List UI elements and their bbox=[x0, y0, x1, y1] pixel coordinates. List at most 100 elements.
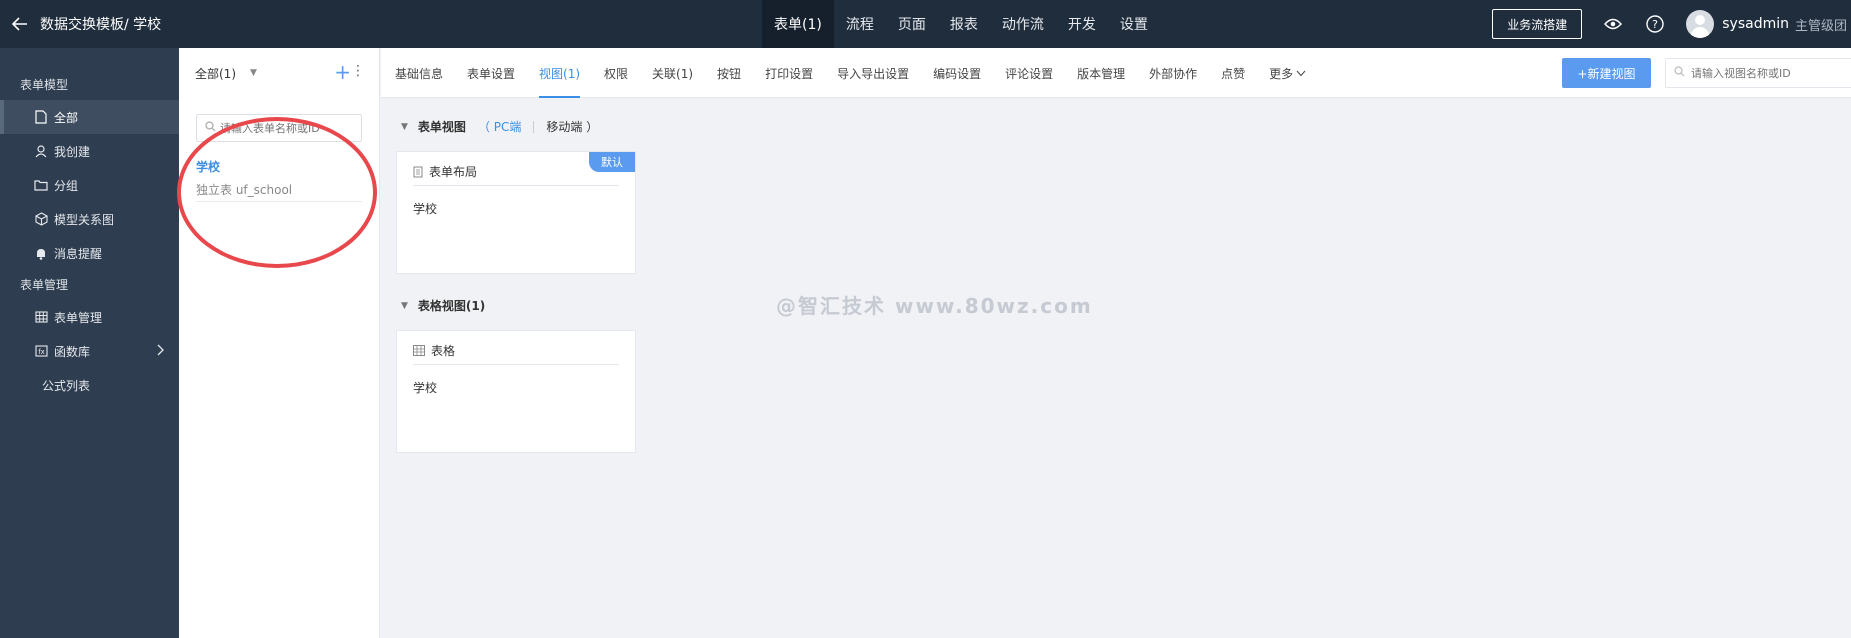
sidebar-item-function-library[interactable]: fx 函数库 bbox=[0, 334, 179, 368]
top-right-actions: 业务流搭建 ? sysadmin 主管级团 bbox=[1492, 0, 1851, 48]
sidebar-item-form-management[interactable]: 表单管理 bbox=[0, 300, 179, 334]
card-body: 学校 bbox=[413, 381, 438, 395]
chevron-down-icon bbox=[1296, 70, 1306, 77]
svg-text:?: ? bbox=[1652, 18, 1658, 31]
caret-down-icon[interactable]: ▼ bbox=[250, 68, 257, 78]
settings-tabs: 基础信息 表单设置 视图(1) 权限 关联(1) 按钮 打印设置 导入导出设置 … bbox=[395, 48, 1330, 98]
search-icon bbox=[1674, 65, 1685, 81]
form-views-header[interactable]: ▼ 表单视图 （ PC端 移动端 ） bbox=[401, 118, 598, 135]
tab-permissions[interactable]: 权限 bbox=[604, 48, 640, 98]
grid-views-title: 表格视图(1) bbox=[417, 299, 486, 313]
tab-comment-settings[interactable]: 评论设置 bbox=[1005, 48, 1065, 98]
nav-page[interactable]: 页面 bbox=[886, 0, 938, 48]
tab-print-settings[interactable]: 打印设置 bbox=[765, 48, 825, 98]
username[interactable]: sysadmin bbox=[1722, 16, 1789, 32]
pc-view-toggle[interactable]: （ PC端 bbox=[478, 118, 521, 135]
nav-form[interactable]: 表单(1) bbox=[762, 0, 834, 48]
form-list-panel: 全部(1) ▼ + ⋮ 学校 独立表 uf_school bbox=[179, 48, 380, 638]
sidebar: 表单模型 全部 我创建 分组 模型关系图 消息提醒 表单管理 表单管理 fx 函… bbox=[0, 48, 179, 638]
help-icon[interactable]: ? bbox=[1644, 13, 1666, 35]
tab-import-export[interactable]: 导入导出设置 bbox=[837, 48, 921, 98]
tab-likes[interactable]: 点赞 bbox=[1221, 48, 1257, 98]
default-badge: 默认 bbox=[589, 152, 635, 172]
card-title: 表单布局 bbox=[413, 163, 477, 180]
more-vertical-icon[interactable]: ⋮ bbox=[351, 63, 365, 79]
table-icon bbox=[413, 345, 425, 356]
cube-icon bbox=[34, 212, 48, 226]
search-icon bbox=[205, 120, 216, 136]
sidebar-item-group[interactable]: 分组 bbox=[0, 168, 179, 202]
top-nav: 表单(1) 流程 页面 报表 动作流 开发 设置 bbox=[762, 0, 1160, 48]
card-title-text: 表格 bbox=[431, 344, 456, 358]
table-icon bbox=[34, 310, 48, 324]
grid-view-card[interactable]: 表格 学校 bbox=[396, 330, 636, 453]
sidebar-group-form-model: 表单模型 bbox=[20, 78, 69, 92]
settings-tabs-bar: 基础信息 表单设置 视图(1) 权限 关联(1) 按钮 打印设置 导入导出设置 … bbox=[381, 48, 1851, 98]
tab-version-management[interactable]: 版本管理 bbox=[1077, 48, 1137, 98]
document-icon bbox=[413, 166, 423, 178]
collapse-triangle-icon[interactable]: ▼ bbox=[401, 301, 408, 311]
form-views-title: 表单视图 bbox=[417, 120, 466, 134]
file-icon bbox=[34, 110, 48, 124]
sidebar-item-label: 函数库 bbox=[54, 344, 91, 359]
tab-views[interactable]: 视图(1) bbox=[539, 48, 592, 98]
nav-action-flow[interactable]: 动作流 bbox=[990, 0, 1056, 48]
sidebar-item-label: 公式列表 bbox=[42, 378, 91, 393]
tab-code-settings[interactable]: 编码设置 bbox=[933, 48, 993, 98]
back-arrow-icon[interactable] bbox=[0, 0, 40, 48]
tab-external-collaboration[interactable]: 外部协作 bbox=[1149, 48, 1209, 98]
sidebar-item-message-reminder[interactable]: 消息提醒 bbox=[0, 236, 179, 270]
collapse-triangle-icon[interactable]: ▼ bbox=[401, 122, 408, 132]
form-table-name: 独立表 uf_school bbox=[196, 183, 293, 197]
list-item[interactable]: 学校 独立表 uf_school bbox=[196, 154, 362, 202]
tab-more-label: 更多 bbox=[1269, 66, 1294, 81]
function-icon: fx bbox=[34, 344, 48, 358]
bell-icon bbox=[34, 246, 48, 260]
nav-settings[interactable]: 设置 bbox=[1108, 0, 1160, 48]
card-divider bbox=[413, 364, 619, 365]
sidebar-item-formula-list[interactable]: 公式列表 bbox=[0, 368, 179, 402]
svg-text:fx: fx bbox=[38, 348, 45, 356]
chevron-right-icon bbox=[157, 344, 165, 359]
sidebar-item-created-by-me[interactable]: 我创建 bbox=[0, 134, 179, 168]
eye-icon[interactable] bbox=[1602, 13, 1624, 35]
tab-basic-info[interactable]: 基础信息 bbox=[395, 48, 455, 98]
form-list-header: 全部(1) ▼ + ⋮ bbox=[179, 48, 379, 98]
sidebar-item-label: 全部 bbox=[54, 110, 79, 125]
nav-report[interactable]: 报表 bbox=[938, 0, 990, 48]
tab-buttons[interactable]: 按钮 bbox=[717, 48, 753, 98]
user-role: 主管级团 bbox=[1795, 18, 1848, 34]
sidebar-item-model-relation[interactable]: 模型关系图 bbox=[0, 202, 179, 236]
user-icon bbox=[34, 144, 48, 158]
sidebar-item-label: 模型关系图 bbox=[54, 212, 115, 227]
view-search-box[interactable] bbox=[1665, 58, 1851, 88]
form-filter-dropdown[interactable]: 全部(1) bbox=[195, 65, 236, 82]
view-search-input[interactable] bbox=[1691, 66, 1851, 80]
business-flow-build-button[interactable]: 业务流搭建 bbox=[1492, 9, 1583, 39]
app-title: 数据交换模板/ 学校 bbox=[40, 17, 162, 33]
nav-workflow[interactable]: 流程 bbox=[834, 0, 886, 48]
form-name[interactable]: 学校 bbox=[196, 158, 362, 175]
card-title-text: 表单布局 bbox=[429, 165, 478, 179]
sidebar-item-label: 表单管理 bbox=[54, 310, 103, 325]
form-search-input[interactable] bbox=[220, 121, 360, 135]
sidebar-item-label: 分组 bbox=[54, 178, 79, 193]
form-layout-card[interactable]: 表单布局 学校 默认 bbox=[396, 151, 636, 274]
card-body: 学校 bbox=[413, 202, 438, 216]
card-divider bbox=[413, 185, 619, 186]
grid-views-header[interactable]: ▼ 表格视图(1) bbox=[401, 297, 485, 314]
form-search-box[interactable] bbox=[196, 114, 362, 142]
card-title: 表格 bbox=[413, 342, 455, 359]
watermark: @智汇技术 www.80wz.com bbox=[776, 294, 1093, 318]
avatar[interactable] bbox=[1686, 10, 1715, 38]
top-bar: 数据交换模板/ 学校 表单(1) 流程 页面 报表 动作流 开发 设置 业务流搭… bbox=[0, 0, 1851, 48]
sidebar-item-all[interactable]: 全部 bbox=[0, 100, 179, 134]
sidebar-item-label: 我创建 bbox=[54, 144, 91, 159]
new-view-button[interactable]: +新建视图 bbox=[1562, 58, 1651, 88]
tab-more[interactable]: 更多 bbox=[1269, 48, 1318, 98]
tab-relations[interactable]: 关联(1) bbox=[652, 48, 705, 98]
nav-develop[interactable]: 开发 bbox=[1056, 0, 1108, 48]
mobile-view-toggle[interactable]: 移动端 ） bbox=[546, 118, 598, 135]
tab-form-settings[interactable]: 表单设置 bbox=[467, 48, 527, 98]
add-form-icon[interactable]: + bbox=[334, 62, 351, 82]
